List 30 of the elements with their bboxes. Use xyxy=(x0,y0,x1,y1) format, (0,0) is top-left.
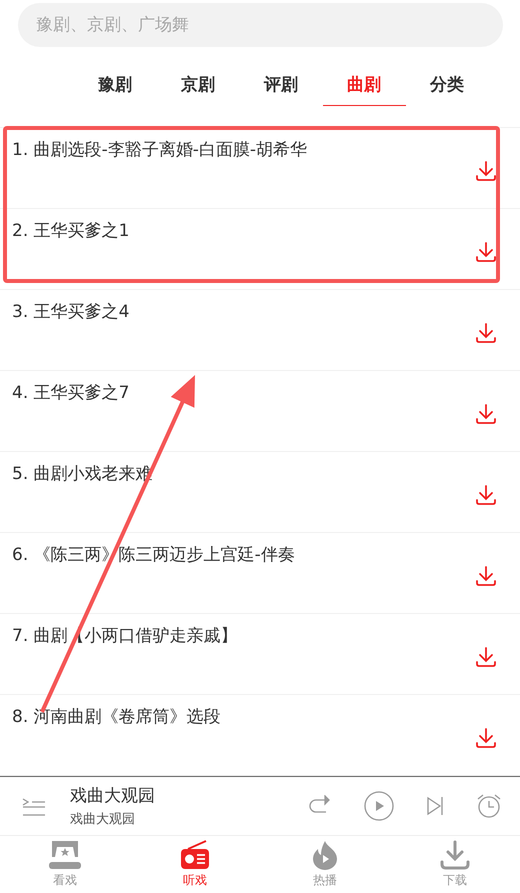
flame-icon xyxy=(312,840,338,870)
alarm-clock-icon[interactable] xyxy=(476,793,502,819)
song-title[interactable]: 2. 王华买爹之1 xyxy=(12,219,130,289)
next-icon[interactable] xyxy=(426,796,444,816)
song-title[interactable]: 6. 《陈三两》陈三两迈步上宫廷-伴奏 xyxy=(12,543,295,613)
download-icon xyxy=(440,840,470,870)
radio-icon xyxy=(180,840,210,870)
theater-icon xyxy=(48,840,82,870)
song-title[interactable]: 1. 曲剧选段-李豁子离婚-白面膜-胡希华 xyxy=(12,138,308,208)
player-subtitle: 戏曲大观园 xyxy=(70,811,136,828)
category-tab[interactable]: 京剧 xyxy=(156,63,240,106)
playlist-icon[interactable] xyxy=(22,796,46,816)
song-title[interactable]: 4. 王华买爹之7 xyxy=(12,381,130,451)
category-tab[interactable]: 豫剧 xyxy=(74,63,156,106)
category-tab[interactable]: 评剧 xyxy=(240,63,322,106)
download-icon[interactable] xyxy=(475,646,497,668)
play-icon[interactable] xyxy=(364,791,394,821)
download-icon[interactable] xyxy=(475,322,497,344)
nav-tab[interactable]: 听戏 xyxy=(130,836,260,893)
category-tab[interactable]: 曲剧 xyxy=(322,63,406,106)
download-icon[interactable] xyxy=(475,160,497,182)
player-title: 戏曲大观园 xyxy=(70,785,156,807)
download-icon[interactable] xyxy=(475,565,497,587)
download-icon[interactable] xyxy=(475,241,497,263)
category-tab[interactable]: 分类 xyxy=(406,63,488,106)
download-icon[interactable] xyxy=(475,484,497,506)
download-icon[interactable] xyxy=(475,727,497,749)
search-field[interactable]: 豫剧、京剧、广场舞 xyxy=(18,3,503,47)
download-icon[interactable] xyxy=(475,403,497,425)
song-title[interactable]: 3. 王华买爹之4 xyxy=(12,300,130,370)
